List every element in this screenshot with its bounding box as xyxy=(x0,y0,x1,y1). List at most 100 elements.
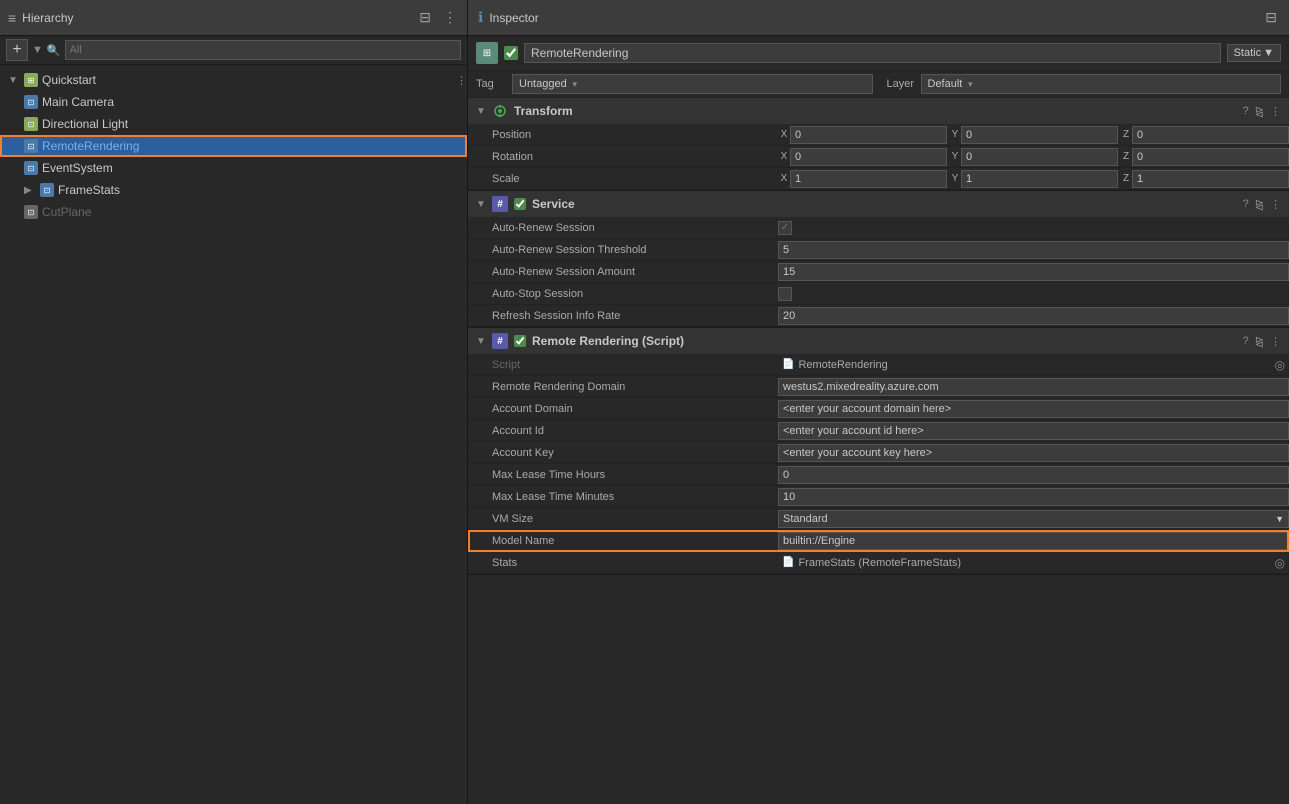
rr-script-sliders-icon[interactable]: ⧎ xyxy=(1255,335,1264,348)
scale-fields: X Y Z xyxy=(778,170,1289,188)
rr-script-info-icon[interactable]: ? xyxy=(1243,335,1249,347)
gameobject-name-input[interactable] xyxy=(524,43,1221,63)
model-name-label: Model Name xyxy=(468,533,778,549)
auto-stop-session-label: Auto-Stop Session xyxy=(468,286,778,302)
object-icon: ⊡ xyxy=(24,139,38,153)
auto-renew-amount-row: Auto-Renew Session Amount xyxy=(468,261,1289,283)
rotation-y-input[interactable] xyxy=(961,148,1118,166)
scale-x-group: X xyxy=(778,170,947,188)
auto-renew-session-label: Auto-Renew Session xyxy=(468,220,778,236)
tree-item-cut-plane[interactable]: ⊡ CutPlane xyxy=(0,201,467,223)
script-target-icon[interactable]: ◎ xyxy=(1275,358,1285,372)
rotation-z-input[interactable] xyxy=(1132,148,1289,166)
account-key-label: Account Key xyxy=(468,445,778,461)
service-sliders-icon[interactable]: ⧎ xyxy=(1255,198,1264,211)
sy-label: Y xyxy=(949,173,961,184)
scale-z-input[interactable] xyxy=(1132,170,1289,188)
more-options-icon[interactable]: ⋮ xyxy=(441,7,459,28)
max-lease-minutes-value xyxy=(778,488,1289,506)
account-key-input[interactable] xyxy=(778,444,1289,462)
tree-item-event-system[interactable]: ⊡ EventSystem xyxy=(0,157,467,179)
position-x-input[interactable] xyxy=(790,126,947,144)
add-button[interactable]: + xyxy=(6,39,28,61)
refresh-rate-label: Refresh Session Info Rate xyxy=(468,308,778,324)
tree-item-remote-rendering[interactable]: ⊡ RemoteRendering xyxy=(0,135,467,157)
lock-icon[interactable]: ⊟ xyxy=(417,7,433,28)
max-lease-hours-input[interactable] xyxy=(778,466,1289,484)
max-lease-hours-value xyxy=(778,466,1289,484)
gameobject-active-checkbox[interactable] xyxy=(504,46,518,60)
account-domain-input[interactable] xyxy=(778,400,1289,418)
max-lease-minutes-row: Max Lease Time Minutes xyxy=(468,486,1289,508)
tag-dropdown[interactable]: Untagged ▼ xyxy=(512,74,873,94)
tree-item-label: Main Camera xyxy=(42,95,114,109)
remote-rendering-script-component: ▼ # Remote Rendering (Script) ? ⧎ ⋮ Scri… xyxy=(468,328,1289,575)
rx-label: X xyxy=(778,151,790,162)
transform-sliders-icon[interactable]: ⧎ xyxy=(1255,105,1264,118)
tree-item-frame-stats[interactable]: ▶ ⊡ FrameStats xyxy=(0,179,467,201)
model-name-input[interactable] xyxy=(778,532,1289,550)
auto-renew-amount-label: Auto-Renew Session Amount xyxy=(468,264,778,280)
scale-x-input[interactable] xyxy=(790,170,947,188)
auto-stop-session-checkbox[interactable] xyxy=(778,287,792,301)
auto-renew-threshold-row: Auto-Renew Session Threshold xyxy=(468,239,1289,261)
max-lease-minutes-label: Max Lease Time Minutes xyxy=(468,489,778,505)
tree-item-quickstart[interactable]: ▼ ⊞ Quickstart ⋮ xyxy=(0,69,467,91)
tree-item-main-camera[interactable]: ⊡ Main Camera xyxy=(0,91,467,113)
max-lease-minutes-input[interactable] xyxy=(778,488,1289,506)
service-info-icon[interactable]: ? xyxy=(1243,198,1249,210)
rr-script-more-icon[interactable]: ⋮ xyxy=(1270,335,1281,348)
account-key-row: Account Key xyxy=(468,442,1289,464)
rr-domain-input[interactable] xyxy=(778,378,1289,396)
transform-title: Transform xyxy=(514,104,1237,118)
transform-more-icon[interactable]: ⋮ xyxy=(1270,105,1281,118)
quickstart-kebab-icon[interactable]: ⋮ xyxy=(456,74,467,87)
transform-header[interactable]: ▼ Transform ? ⧎ ⋮ xyxy=(468,98,1289,124)
stats-value: 📄 FrameStats (RemoteFrameStats) ◎ xyxy=(778,554,1289,572)
cutplane-icon: ⊡ xyxy=(24,205,38,219)
vm-size-arrow-icon: ▼ xyxy=(1275,514,1284,524)
position-y-input[interactable] xyxy=(961,126,1118,144)
account-id-input[interactable] xyxy=(778,422,1289,440)
account-id-row: Account Id xyxy=(468,420,1289,442)
search-input[interactable] xyxy=(65,40,461,60)
max-lease-hours-label: Max Lease Time Hours xyxy=(468,467,778,483)
auto-renew-session-checkbox[interactable]: ✓ xyxy=(778,221,792,235)
auto-renew-amount-input[interactable] xyxy=(778,263,1289,281)
layer-dropdown[interactable]: Default ▼ xyxy=(921,74,1282,94)
service-component: ▼ # Service ? ⧎ ⋮ Auto-Renew Session ✓ xyxy=(468,191,1289,328)
service-more-icon[interactable]: ⋮ xyxy=(1270,198,1281,211)
rr-script-hash-icon: # xyxy=(492,333,508,349)
position-y-group: Y xyxy=(949,126,1118,144)
rotation-y-group: Y xyxy=(949,148,1118,166)
vm-size-dropdown[interactable]: Standard ▼ xyxy=(778,510,1289,528)
service-header[interactable]: ▼ # Service ? ⧎ ⋮ xyxy=(468,191,1289,217)
tree-item-label: FrameStats xyxy=(58,183,120,197)
auto-renew-threshold-input[interactable] xyxy=(778,241,1289,259)
tree-item-label: EventSystem xyxy=(42,161,113,175)
static-button[interactable]: Static ▼ xyxy=(1227,44,1281,62)
scale-y-group: Y xyxy=(949,170,1118,188)
rr-script-active-checkbox[interactable] xyxy=(514,335,526,347)
scale-z-group: Z xyxy=(1120,170,1289,188)
position-x-group: X xyxy=(778,126,947,144)
tree-item-label: CutPlane xyxy=(42,205,91,219)
position-z-input[interactable] xyxy=(1132,126,1289,144)
transform-info-icon[interactable]: ? xyxy=(1243,105,1249,117)
rotation-x-input[interactable] xyxy=(790,148,947,166)
position-z-group: Z xyxy=(1120,126,1289,144)
auto-renew-session-row: Auto-Renew Session ✓ xyxy=(468,217,1289,239)
account-id-value xyxy=(778,422,1289,440)
position-row: Position X Y Z xyxy=(468,124,1289,146)
rr-script-header[interactable]: ▼ # Remote Rendering (Script) ? ⧎ ⋮ xyxy=(468,328,1289,354)
layer-label: Layer xyxy=(879,78,915,90)
gameobject-header: ⊞ Static ▼ xyxy=(468,36,1289,71)
scale-y-input[interactable] xyxy=(961,170,1118,188)
service-active-checkbox[interactable] xyxy=(514,198,526,210)
tree-item-directional-light[interactable]: ⊡ Directional Light xyxy=(0,113,467,135)
transform-arrow-icon: ▼ xyxy=(476,106,486,117)
refresh-rate-input[interactable] xyxy=(778,307,1289,325)
inspector-lock-icon[interactable]: ⊟ xyxy=(1263,7,1279,28)
stats-target-icon[interactable]: ◎ xyxy=(1275,556,1285,570)
framestats-icon: ⊡ xyxy=(40,183,54,197)
